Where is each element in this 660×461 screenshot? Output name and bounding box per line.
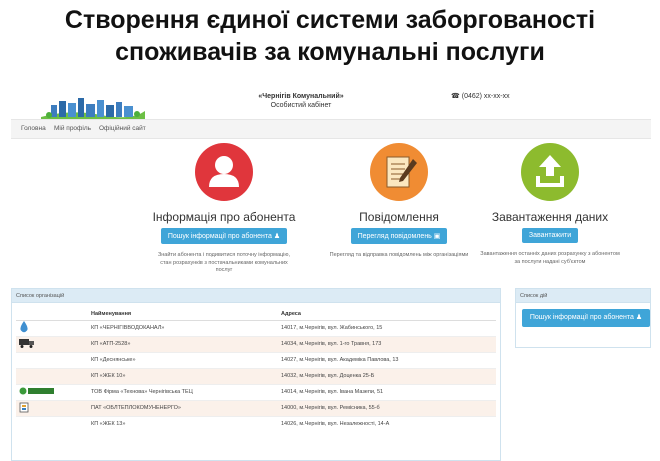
button-label: Перегляд повідомлень — [357, 233, 432, 240]
panel-title: Список дій — [516, 289, 650, 303]
upload-button[interactable]: Завантажити — [521, 228, 579, 243]
technova-logo — [19, 387, 54, 395]
feature-upload-data: Завантаження даних Завантажити Завантаже… — [475, 143, 625, 266]
user-small-icon: ♟ — [273, 233, 281, 240]
water-drop-icon — [20, 321, 28, 333]
org-address: 14014, м.Чернігів, вул. Івана Мазепи, 51 — [278, 383, 496, 400]
table-row[interactable]: КП «Деснянське» 14027, м.Чернігів, вул. … — [16, 351, 496, 368]
feature-description: Завантаження останніх даних розрахунку з… — [480, 251, 620, 265]
search-subscriber-button[interactable]: Пошук інформації про абонента ♟ — [160, 228, 288, 244]
column-header-name: Найменування — [88, 309, 278, 321]
header-phone: ☎ (0462) xx-xx-xx — [451, 92, 510, 100]
table-row[interactable]: КП «ЖЕК 13» 14026, м.Чернігів, вул. Неза… — [16, 415, 496, 432]
table-row[interactable]: КП «ЧЕРНІГІВВОДОКАНАЛ» 14017, м.Чернігів… — [16, 319, 496, 336]
org-address: 14017, м.Чернігів, вул. Жабинського, 15 — [278, 319, 496, 336]
org-name: КП «ЧЕРНІГІВВОДОКАНАЛ» — [88, 319, 278, 336]
nav-home[interactable]: Головна — [21, 125, 46, 132]
org-name: КП «Деснянське» — [88, 351, 278, 368]
table-row[interactable]: ТОВ Фірма «Технова» Чернігівська ТЕЦ 140… — [16, 383, 496, 400]
organizations-panel: Список організацій Найменування Адреса К… — [11, 288, 501, 461]
header-title: «Чернігів Комунальний» Особистий кабінет — [231, 92, 371, 110]
building-logo — [19, 402, 29, 413]
org-address: 14026, м.Чернігів, вул. Незалежності, 14… — [278, 415, 496, 432]
nav-official-site[interactable]: Офіційний сайт — [99, 125, 146, 132]
slide-title: Створення єдиної системи заборгованості … — [64, 6, 596, 66]
inbox-icon: ▣ — [433, 233, 441, 240]
navbar: Головна Мій профіль Офіційний сайт — [11, 119, 651, 139]
city-logo[interactable] — [41, 93, 145, 121]
org-name: ПАТ «ОБЛТЕПЛОКОМУНЕНЕРГО» — [88, 399, 278, 416]
table-row[interactable]: ПАТ «ОБЛТЕПЛОКОМУНЕНЕРГО» 14000, м.Черні… — [16, 399, 496, 416]
org-name: КП «АТП-2528» — [88, 335, 278, 352]
user-icon — [195, 143, 253, 201]
org-name: ТОВ Фірма «Технова» Чернігівська ТЕЦ — [88, 383, 278, 400]
column-header-address: Адреса — [278, 309, 496, 321]
panel-title: Список організацій — [12, 289, 500, 303]
feature-description: Знайти абонента і подивитися поточну інф… — [157, 252, 291, 273]
truck-icon — [19, 339, 34, 348]
site-header: «Чернігів Комунальний» Особистий кабінет… — [11, 85, 651, 121]
app-window: «Чернігів Комунальний» Особистий кабінет… — [11, 85, 651, 461]
button-label: Пошук інформації про абонента — [529, 314, 634, 321]
nav-profile[interactable]: Мій профіль — [54, 125, 91, 132]
org-address: 14034, м.Чернігів, вул. 1-го Травня, 173 — [278, 335, 496, 352]
document-pen-icon — [370, 143, 428, 201]
phone-number: (0462) xx-xx-xx — [461, 93, 510, 100]
org-name: КП «ЖЕК 13» — [88, 415, 278, 432]
feature-messages: Повідомлення Перегляд повідомлень ▣ Пере… — [324, 143, 474, 260]
org-address: 14027, м.Чернігів, вул. Академіка Павлов… — [278, 351, 496, 368]
org-address: 14032, м.Чернігів, вул. Доценка 25-Б — [278, 367, 496, 384]
column-header-icon — [16, 309, 88, 321]
side-search-subscriber-button[interactable]: Пошук інформації про абонента ♟ — [522, 309, 650, 327]
phone-icon: ☎ — [451, 93, 460, 100]
button-label: Пошук інформації про абонента — [167, 233, 272, 240]
cabinet-subtitle: Особистий кабінет — [270, 102, 332, 109]
feature-subscriber-info: Інформація про абонента Пошук інформації… — [149, 143, 299, 275]
user-small-icon: ♟ — [635, 314, 643, 321]
table-row[interactable]: КП «ЖЕК 10» 14032, м.Чернігів, вул. Доце… — [16, 367, 496, 384]
table-row[interactable]: КП «АТП-2528» 14034, м.Чернігів, вул. 1-… — [16, 335, 496, 352]
view-messages-button[interactable]: Перегляд повідомлень ▣ — [350, 228, 448, 244]
actions-panel: Список дій Пошук інформації про абонента… — [515, 288, 651, 348]
org-address: 14000, м.Чернігів, вул. Ремісника, 55-б — [278, 399, 496, 416]
table-header-row: Найменування Адреса — [16, 309, 496, 321]
feature-description: Перегляд та відправка повідомлень між ор… — [329, 252, 469, 258]
feature-title: Інформація про абонента — [152, 210, 296, 224]
feature-title: Завантаження даних — [491, 210, 609, 224]
org-name: КП «ЖЕК 10» — [88, 367, 278, 384]
organizations-table: Найменування Адреса КП «ЧЕРНІГІВВОДОКАНА… — [16, 309, 496, 432]
feature-title: Повідомлення — [359, 210, 439, 224]
org-name: «Чернігів Комунальний» — [258, 93, 344, 100]
upload-icon — [521, 143, 579, 201]
